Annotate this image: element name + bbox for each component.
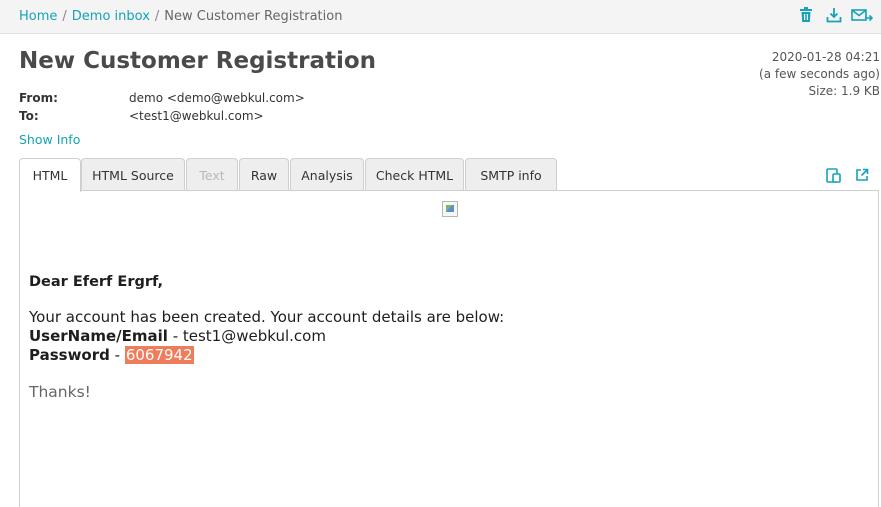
password-label: Password <box>29 346 110 364</box>
message-relative-time: (a few seconds ago) <box>759 67 880 81</box>
show-info-link[interactable]: Show Info <box>19 132 80 147</box>
email-body: Dear Eferf Ergrf, Your account has been … <box>29 274 504 401</box>
username-label: UserName/Email <box>29 327 168 345</box>
breadcrumb-inbox-link[interactable]: Demo inbox <box>72 9 150 24</box>
from-label: From: <box>19 91 58 105</box>
breadcrumb-home-link[interactable]: Home <box>19 9 57 24</box>
download-icon[interactable] <box>823 5 845 25</box>
from-value: demo <demo@webkul.com> <box>129 91 305 105</box>
password-value: 6067942 <box>124 346 194 364</box>
username-value: test1@webkul.com <box>182 327 326 345</box>
message-meta: 2020-01-28 04:21 (a few seconds ago) Siz… <box>759 49 880 100</box>
mobile-view-icon[interactable] <box>825 166 843 184</box>
username-separator: - <box>167 327 183 345</box>
email-intro: Your account has been created. Your acco… <box>29 308 505 326</box>
view-actions <box>825 166 871 184</box>
tab-raw[interactable]: Raw <box>239 158 289 191</box>
to-value: <test1@webkul.com> <box>129 109 264 123</box>
trash-icon[interactable] <box>795 5 817 25</box>
breadcrumb-current: New Customer Registration <box>164 9 343 24</box>
breadcrumb-separator: / <box>154 9 160 24</box>
tab-analysis[interactable]: Analysis <box>290 158 364 191</box>
password-line: Password - 6067942 <box>29 346 504 365</box>
message-actions <box>795 5 873 25</box>
email-preview-frame: Dear Eferf Ergrf, Your account has been … <box>19 190 879 507</box>
password-separator: - <box>109 346 125 364</box>
email-greeting: Dear Eferf Ergrf, <box>29 274 164 290</box>
tab-html[interactable]: HTML <box>19 158 81 192</box>
open-external-icon[interactable] <box>853 166 871 184</box>
to-label: To: <box>19 109 39 123</box>
message-size: Size: 1.9 KB <box>808 84 881 98</box>
forward-icon[interactable] <box>851 5 873 25</box>
breadcrumb: Home / Demo inbox / New Customer Registratio… <box>19 9 342 24</box>
message-date: 2020-01-28 04:21 <box>771 50 880 64</box>
top-bar: Home / Demo inbox / New Customer Registratio… <box>0 0 881 34</box>
broken-image-icon <box>442 201 458 217</box>
tab-check-html[interactable]: Check HTML <box>365 158 464 191</box>
email-thanks: Thanks! <box>29 383 91 401</box>
username-line: UserName/Email - test1@webkul.com <box>29 327 504 346</box>
message-subject: New Customer Registration <box>19 48 377 74</box>
tab-text: Text <box>186 158 238 191</box>
tab-html-source[interactable]: HTML Source <box>81 158 185 191</box>
breadcrumb-separator: / <box>62 9 67 24</box>
tab-smtp-info[interactable]: SMTP info <box>465 158 557 191</box>
